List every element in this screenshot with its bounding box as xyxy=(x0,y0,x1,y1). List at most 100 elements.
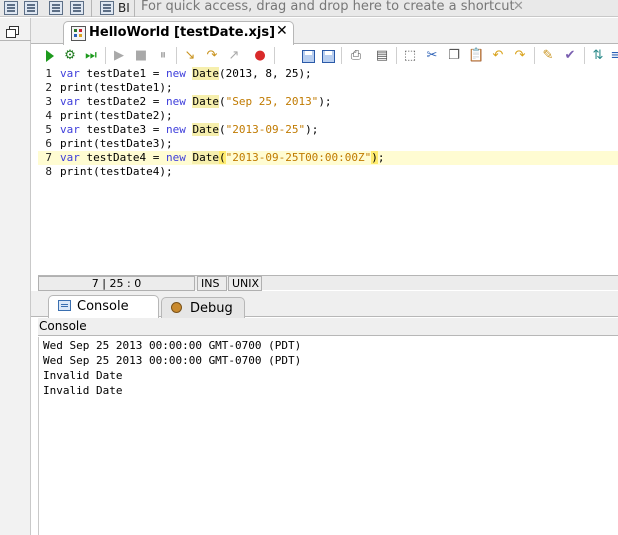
line-number: 4 xyxy=(45,109,52,122)
code-token: testDate1 = xyxy=(79,67,166,80)
code-keyword: var xyxy=(60,123,80,136)
line-number: 7 xyxy=(45,151,52,164)
paste-icon[interactable]: 📋 xyxy=(468,48,484,64)
tab-console[interactable]: Console xyxy=(48,295,159,319)
code-token: print(testDate1); xyxy=(60,81,173,94)
debug-icon xyxy=(171,302,182,313)
code-class-ref: Date xyxy=(192,123,219,136)
line-number: 2 xyxy=(45,81,52,94)
line-number: 1 xyxy=(45,67,52,80)
select-icon[interactable]: ⬚ xyxy=(402,48,418,64)
shortcut-hint: For quick access, drag and drop here to … xyxy=(141,0,515,14)
tab-close-icon[interactable]: ✕ xyxy=(276,23,288,39)
wizard-icon[interactable]: ✎ xyxy=(540,48,556,64)
run-icon[interactable] xyxy=(46,50,54,62)
code-keyword: var xyxy=(60,95,80,108)
restore-icon[interactable] xyxy=(2,25,24,41)
debug-run-icon[interactable]: ⚙ xyxy=(62,48,78,64)
console-output-line: Invalid Date xyxy=(43,384,123,397)
cut-icon[interactable]: ✂ xyxy=(424,48,440,64)
step-into-icon[interactable]: ↘ xyxy=(182,48,198,64)
report-view-icon[interactable] xyxy=(70,1,84,15)
format-icon[interactable]: ≡ xyxy=(608,48,618,64)
code-token: ( xyxy=(218,123,226,136)
step-over-icon[interactable]: ↷ xyxy=(204,48,220,64)
bi-perspective-icon[interactable] xyxy=(100,1,114,15)
code-class-ref: Date xyxy=(192,151,219,164)
cursor-position: 7 | 25 : 0 xyxy=(38,276,195,291)
code-token: ; xyxy=(377,151,385,164)
code-token: ); xyxy=(305,123,319,136)
suspend-icon[interactable]: ⏸ xyxy=(155,48,171,64)
left-trim xyxy=(0,18,31,535)
code-token: testDate3 = xyxy=(79,123,166,136)
code-line[interactable]: 6 print(testDate3); xyxy=(38,137,618,151)
bi-perspective-label[interactable]: BI xyxy=(118,1,130,15)
code-class-ref: Date xyxy=(192,95,219,108)
code-editor[interactable]: 1 var testDate1 = new Date(2013, 8, 25); 2… xyxy=(38,67,618,274)
console-output[interactable]: Wed Sep 25 2013 00:00:00 GMT-0700 (PDT) W… xyxy=(38,337,618,535)
console-output-line: Invalid Date xyxy=(43,369,123,382)
perspective-icon[interactable] xyxy=(4,1,18,15)
editor-tab[interactable]: HelloWorld [testDate.xjs] ✕ xyxy=(63,21,294,45)
redo-icon[interactable]: ↷ xyxy=(512,48,528,64)
resume-icon[interactable]: ▶ xyxy=(111,48,127,64)
code-keyword: new xyxy=(165,67,186,80)
tab-debug[interactable]: Debug xyxy=(161,297,245,320)
code-line[interactable]: 8 print(testDate4); xyxy=(38,165,618,179)
outline-view-icon[interactable] xyxy=(24,1,38,15)
tab-console-label: Console xyxy=(77,299,129,314)
run-to-line-icon[interactable]: ⏭ xyxy=(83,48,99,64)
code-line[interactable]: 7 var testDate4 = new Date("2013-09-25T00… xyxy=(38,151,618,165)
sort-icon[interactable]: ⇅ xyxy=(590,48,606,64)
code-token: ( xyxy=(218,95,226,108)
code-token: ( xyxy=(218,151,226,164)
code-string: "Sep 25, 2013" xyxy=(225,95,319,108)
code-token: testDate4 = xyxy=(79,151,166,164)
code-line[interactable]: 1 var testDate1 = new Date(2013, 8, 25); xyxy=(38,67,618,81)
save-icon[interactable] xyxy=(302,50,315,63)
console-header: Console xyxy=(38,318,618,336)
code-line[interactable]: 5 var testDate3 = new Date("2013-09-25"); xyxy=(38,123,618,137)
code-line[interactable]: 2 print(testDate1); xyxy=(38,81,618,95)
editor-tab-title: HelloWorld [testDate.xjs] xyxy=(89,25,276,40)
line-number: 5 xyxy=(45,123,52,136)
code-string: "2013-09-25" xyxy=(225,123,306,136)
code-token: print(testDate3); xyxy=(60,137,173,150)
insert-mode: INS xyxy=(197,276,227,291)
code-token: (2013, 8, 25); xyxy=(218,67,312,80)
code-token: print(testDate2); xyxy=(60,109,173,122)
line-endings: UNIX xyxy=(228,276,262,291)
code-class-ref: Date xyxy=(192,67,219,80)
console-output-line: Wed Sep 25 2013 00:00:00 GMT-0700 (PDT) xyxy=(43,354,302,367)
code-token: ) xyxy=(371,151,378,164)
save-as-icon[interactable] xyxy=(322,50,335,63)
code-token: testDate2 = xyxy=(79,95,166,108)
console-icon xyxy=(58,300,71,311)
copy-icon[interactable]: ❐ xyxy=(446,48,462,64)
line-number: 8 xyxy=(45,165,52,178)
print-icon[interactable]: ⎙ xyxy=(348,48,364,64)
breakpoint-icon[interactable]: ● xyxy=(252,48,268,64)
code-line[interactable]: 3 var testDate2 = new Date("Sep 25, 2013"… xyxy=(38,95,618,109)
terminate-icon[interactable]: ■ xyxy=(133,48,149,64)
code-line[interactable]: 4 print(testDate2); xyxy=(38,109,618,123)
line-number: 3 xyxy=(45,95,52,108)
document-icon[interactable]: ▤ xyxy=(374,48,390,64)
undo-icon[interactable]: ↶ xyxy=(490,48,506,64)
hint-close-icon[interactable]: ✕ xyxy=(513,0,524,14)
status-bar: 7 | 25 : 0 INS UNIX xyxy=(38,275,618,291)
validate-icon[interactable]: ✔ xyxy=(562,48,578,64)
tab-debug-label: Debug xyxy=(190,301,233,316)
layout-view-icon[interactable] xyxy=(49,1,63,15)
code-keyword: new xyxy=(165,123,186,136)
code-token: ); xyxy=(318,95,332,108)
code-keyword: var xyxy=(60,151,80,164)
step-return-icon[interactable]: ↗ xyxy=(226,48,242,64)
editor-toolbar: ⚙ ⏭ ▶ ■ ⏸ ↘ ↷ ↗ ● ⎙ ▤ ⬚ ✂ ❐ 📋 ↶ ↷ ✎ ✔ ⇅ … xyxy=(38,45,618,67)
console-output-line: Wed Sep 25 2013 00:00:00 GMT-0700 (PDT) xyxy=(43,339,302,352)
code-token: print(testDate4); xyxy=(60,165,173,178)
code-keyword: new xyxy=(165,95,186,108)
script-file-icon xyxy=(71,26,86,41)
code-keyword: new xyxy=(165,151,186,164)
